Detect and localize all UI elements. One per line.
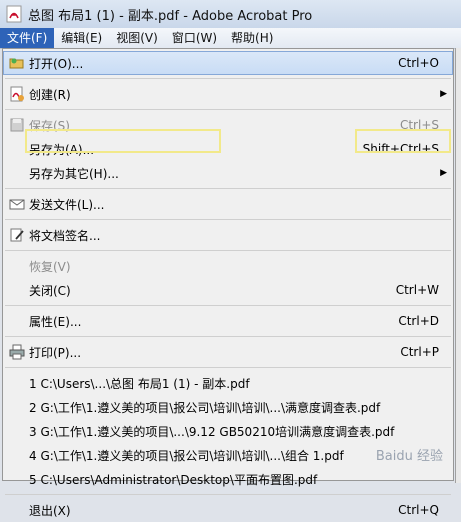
open-label: 打开(O)... <box>29 56 84 71</box>
recent-file-label: 5 C:\Users\Administrator\Desktop\平面布置图.p… <box>29 472 318 487</box>
recent-file-item[interactable]: 5 C:\Users\Administrator\Desktop\平面布置图.p… <box>3 467 453 491</box>
watermark: Baidu 经验 <box>375 449 443 464</box>
envelope-icon <box>9 196 25 212</box>
menu-item-create[interactable]: 创建(R) ▶ <box>3 82 453 106</box>
recent-file-item[interactable]: 1 C:\Users\...\总图 布局1 (1) - 副本.pdf <box>3 371 453 395</box>
separator <box>5 494 451 495</box>
recent-file-label: 2 G:\工作\1.遵义美的项目\报公司\培训\培训\...\满意度调查表.pd… <box>29 400 381 415</box>
create-label: 创建(R) <box>29 87 71 102</box>
recent-file-item[interactable]: 2 G:\工作\1.遵义美的项目\报公司\培训\培训\...\满意度调查表.pd… <box>3 395 453 419</box>
submenu-arrow-icon: ▶ <box>440 89 447 99</box>
separator <box>5 336 451 337</box>
menu-item-properties[interactable]: 属性(E)... Ctrl+D <box>3 309 453 333</box>
recent-file-label: 3 G:\工作\1.遵义美的项目\...\9.12 GB50210培训满意度调查… <box>29 424 395 439</box>
menu-bar: 文件(F) 编辑(E) 视图(V) 窗口(W) 帮助(H) <box>0 28 461 49</box>
separator <box>5 109 451 110</box>
open-folder-icon <box>9 55 25 71</box>
separator <box>5 188 451 189</box>
menu-file[interactable]: 文件(F) <box>0 28 55 48</box>
title-bar: 总图 布局1 (1) - 副本.pdf - Adobe Acrobat Pro <box>0 0 461 28</box>
acrobat-icon <box>6 5 22 23</box>
printer-icon <box>9 344 25 360</box>
exit-label: 退出(X) <box>29 503 71 518</box>
recent-file-item[interactable]: 3 G:\工作\1.遵义美的项目\...\9.12 GB50210培训满意度调查… <box>3 419 453 443</box>
menu-item-open[interactable]: 打开(O)... Ctrl+O <box>3 51 453 75</box>
separator <box>5 367 451 368</box>
print-label: 打印(P)... <box>29 345 82 360</box>
submenu-arrow-icon: ▶ <box>440 168 447 178</box>
open-shortcut: Ctrl+O <box>398 56 439 70</box>
menu-edit[interactable]: 编辑(E) <box>54 28 109 48</box>
create-pdf-icon <box>9 86 25 102</box>
file-menu-dropdown: 打开(O)... Ctrl+O 创建(R) ▶ 保存(S) Ctrl+S 另存为… <box>2 48 454 518</box>
menu-item-exit[interactable]: 退出(X) Ctrl+Q <box>3 498 453 522</box>
separator <box>5 78 451 79</box>
send-file-label: 发送文件(L)... <box>29 197 105 212</box>
menu-window[interactable]: 窗口(W) <box>165 28 224 48</box>
menu-item-sign[interactable]: 将文档签名... <box>3 223 453 247</box>
recent-file-label: 1 C:\Users\...\总图 布局1 (1) - 副本.pdf <box>29 376 250 391</box>
document-background <box>455 48 461 483</box>
properties-shortcut: Ctrl+D <box>398 314 439 328</box>
close-shortcut: Ctrl+W <box>395 283 439 297</box>
save-as-other-label: 另存为其它(H)... <box>29 166 119 181</box>
highlight-box-save-as <box>25 129 221 153</box>
menu-item-save-as-other[interactable]: 另存为其它(H)... ▶ <box>3 161 453 185</box>
menu-item-revert[interactable]: 恢复(V) <box>3 254 453 278</box>
menu-help[interactable]: 帮助(H) <box>224 28 280 48</box>
menu-item-print[interactable]: 打印(P)... Ctrl+P <box>3 340 453 364</box>
separator <box>5 219 451 220</box>
highlight-box-save-as-shortcut <box>355 129 451 153</box>
save-disk-icon <box>9 117 25 133</box>
sign-label: 将文档签名... <box>29 228 101 243</box>
close-label: 关闭(C) <box>29 283 71 298</box>
properties-label: 属性(E)... <box>29 314 82 329</box>
sign-pen-icon <box>9 227 25 243</box>
separator <box>5 305 451 306</box>
menu-item-close[interactable]: 关闭(C) Ctrl+W <box>3 278 453 302</box>
separator <box>5 250 451 251</box>
menu-view[interactable]: 视图(V) <box>109 28 165 48</box>
revert-label: 恢复(V) <box>29 259 71 274</box>
window-title: 总图 布局1 (1) - 副本.pdf - Adobe Acrobat Pro <box>28 8 313 24</box>
print-shortcut: Ctrl+P <box>400 345 439 359</box>
exit-shortcut: Ctrl+Q <box>398 503 439 517</box>
menu-item-send-file[interactable]: 发送文件(L)... <box>3 192 453 216</box>
